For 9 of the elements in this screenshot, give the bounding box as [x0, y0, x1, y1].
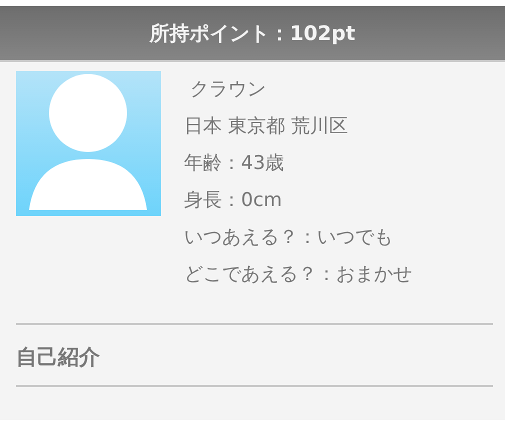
- profile-detail: 身長：0cm: [184, 188, 284, 213]
- profile-name: クラウン: [189, 77, 267, 102]
- profile-detail: どこであえる？：おまかせ: [184, 262, 412, 287]
- section-title: 自己紹介: [16, 344, 101, 371]
- profile-detail: 年齢：43歳: [184, 151, 286, 176]
- profile-detail: 日本 東京都 荒川区: [184, 114, 350, 139]
- points-title: 所持ポイント：102pt: [150, 20, 356, 46]
- avatar-icon: [16, 71, 161, 216]
- profile-detail: いつあえる？：いつでも: [184, 225, 394, 250]
